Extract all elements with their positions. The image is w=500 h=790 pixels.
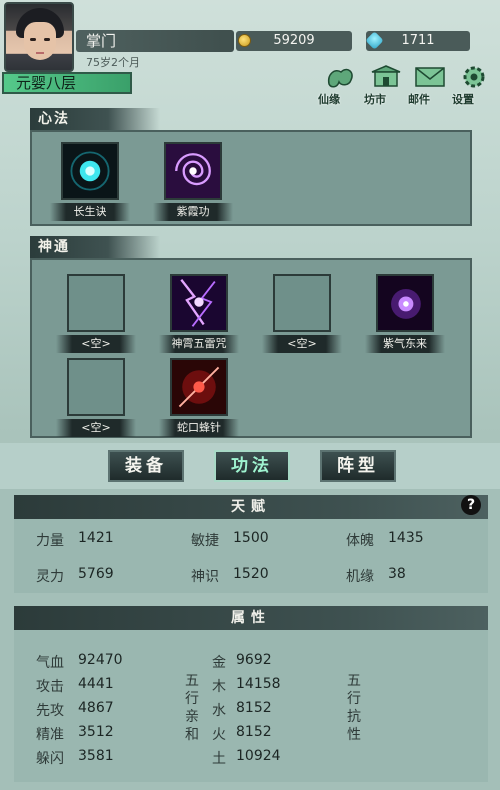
skill-name: 紫气东来 [365, 335, 445, 353]
tab-techniques[interactable]: 功法 [214, 450, 290, 482]
purple-swirl-skill-icon [164, 142, 222, 200]
avatar-mouth [36, 52, 44, 54]
stat-label: 敏捷 [191, 533, 219, 549]
market-icon [371, 65, 401, 87]
stat-label: 机缘 [346, 569, 374, 585]
coin-icon [238, 34, 251, 47]
element-label: 火 [212, 727, 226, 743]
stat-value: 1520 [233, 566, 269, 582]
stat-value: 1435 [388, 530, 424, 546]
tab-equipment[interactable]: 装备 [108, 450, 184, 482]
avatar-eye [44, 38, 50, 41]
stat-label: 体魄 [346, 533, 374, 549]
element-label: 水 [212, 703, 226, 719]
skill-name: 蛇口蜂针 [159, 419, 239, 437]
skill-slot[interactable]: 神霄五雷咒 [159, 274, 239, 362]
attr-value: 3512 [78, 724, 114, 740]
menu-label: 设置 [452, 93, 474, 106]
menu-label: 坊市 [364, 93, 386, 106]
talent-header: 天赋 [14, 495, 488, 519]
skill-slot[interactable]: 长生诀 [50, 142, 130, 230]
attr-value: 4441 [78, 676, 114, 692]
gold-counter: 59209 [236, 31, 352, 51]
xinfa-section-title: 心法 [30, 108, 160, 130]
skill-slot-empty[interactable]: <空> [262, 274, 342, 362]
attr-value: 4867 [78, 700, 114, 716]
empty-slot-frame [67, 274, 125, 332]
element-value: 8152 [236, 724, 272, 740]
skill-slot-empty[interactable]: <空> [56, 358, 136, 446]
red-needle-skill-icon [170, 358, 228, 416]
avatar-eye [30, 38, 36, 41]
attr-label: 精准 [36, 727, 64, 743]
attr-label: 气血 [36, 655, 64, 671]
xinfa-panel: 长生诀 紫霞功 [30, 130, 472, 226]
stat-label: 力量 [36, 533, 64, 549]
immortal-fate-button[interactable]: 仙缘 [318, 64, 362, 106]
menu-label: 仙缘 [318, 93, 340, 106]
resist-label: 五行抗性 [347, 673, 361, 743]
skill-name: <空> [56, 419, 136, 437]
element-label: 金 [212, 655, 226, 671]
market-button[interactable]: 坊市 [364, 64, 408, 106]
skill-slot[interactable]: 蛇口蜂针 [159, 358, 239, 446]
skill-name: <空> [56, 335, 136, 353]
attr-value: 92470 [78, 652, 123, 668]
mail-button[interactable]: 邮件 [408, 64, 452, 106]
empty-slot-frame [67, 358, 125, 416]
player-avatar[interactable] [4, 2, 74, 72]
skill-slot[interactable]: 紫霞功 [153, 142, 233, 230]
avatar-face [24, 22, 56, 60]
element-value: 9692 [236, 652, 272, 668]
attr-label: 先攻 [36, 703, 64, 719]
stat-value: 38 [388, 566, 406, 582]
immortal-fate-icon [327, 68, 353, 88]
cultivation-realm: 元婴八层 [2, 72, 132, 94]
skill-name: 长生诀 [50, 203, 130, 221]
shentong-section-title: 神通 [30, 236, 160, 258]
mail-icon [415, 67, 445, 87]
purple-burst-skill-icon [376, 274, 434, 332]
purple-lightning-skill-icon [170, 274, 228, 332]
attr-label: 攻击 [36, 679, 64, 695]
stat-label: 灵力 [36, 569, 64, 585]
attr-value: 3581 [78, 748, 114, 764]
stat-value: 5769 [78, 566, 114, 582]
player-name: 掌门 [76, 30, 234, 52]
skill-slot-empty[interactable]: <空> [56, 274, 136, 362]
help-icon[interactable]: ? [461, 495, 481, 515]
element-label: 土 [212, 751, 226, 767]
affinity-label: 五行亲和 [185, 673, 199, 743]
element-label: 木 [212, 679, 226, 695]
shentong-panel: <空> 神霄五雷咒 <空> 紫气东来 <空> 蛇口蜂针 [30, 258, 472, 438]
cyan-orb-skill-icon [61, 142, 119, 200]
element-value: 14158 [236, 676, 281, 692]
skill-name: 神霄五雷咒 [159, 335, 239, 353]
gear-icon [463, 66, 485, 88]
stat-value: 1421 [78, 530, 114, 546]
skill-name: <空> [262, 335, 342, 353]
menu-label: 邮件 [408, 93, 430, 106]
element-value: 10924 [236, 748, 281, 764]
stat-label: 神识 [191, 569, 219, 585]
stat-value: 1500 [233, 530, 269, 546]
attr-label: 躲闪 [36, 751, 64, 767]
settings-button[interactable]: 设置 [452, 64, 496, 106]
attributes-header: 属性 [14, 606, 488, 630]
empty-slot-frame [273, 274, 331, 332]
tab-formation[interactable]: 阵型 [320, 450, 396, 482]
skill-slot[interactable]: 紫气东来 [365, 274, 445, 362]
player-age: 75岁2个月 [86, 56, 140, 69]
element-value: 8152 [236, 700, 272, 716]
skill-name: 紫霞功 [153, 203, 233, 221]
